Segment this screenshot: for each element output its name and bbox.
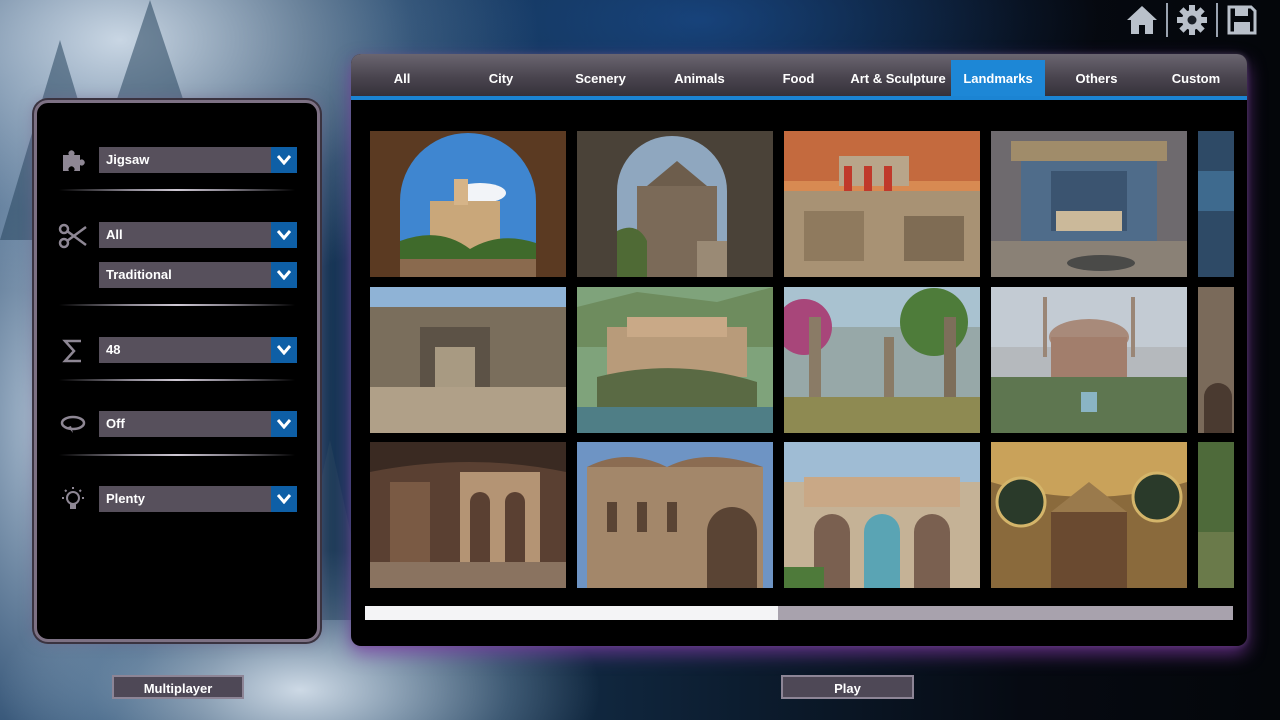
puzzle-thumbnail[interactable] (370, 131, 566, 277)
puzzle-thumbnail[interactable] (370, 442, 566, 588)
puzzle-thumbnail[interactable] (991, 287, 1187, 433)
piece-shape-value: All (106, 227, 123, 242)
option-row-hints: Plenty (37, 486, 317, 514)
tab-all[interactable]: All (353, 60, 451, 96)
tab-city[interactable]: City (451, 60, 551, 96)
gallery-scrollbar[interactable] (365, 606, 1233, 620)
chevron-down-icon[interactable] (271, 147, 297, 173)
puzzle-type-dropdown[interactable]: Jigsaw (99, 147, 297, 173)
sigma-icon (57, 337, 89, 365)
puzzle-thumbnail[interactable] (577, 131, 773, 277)
chevron-down-icon[interactable] (271, 262, 297, 288)
section-divider (59, 304, 295, 306)
section-divider (59, 454, 295, 456)
puzzle-thumbnail[interactable] (1198, 131, 1234, 277)
lightbulb-icon (57, 486, 89, 514)
multiplayer-button[interactable]: Multiplayer (112, 675, 244, 699)
puzzle-thumbnail[interactable] (1198, 287, 1234, 433)
option-row-puzzle-type: Jigsaw (37, 147, 317, 175)
tab-landmarks[interactable]: Landmarks (951, 60, 1045, 96)
gear-icon[interactable] (1174, 2, 1210, 38)
piece-shape-dropdown[interactable]: All (99, 222, 297, 248)
home-icon[interactable] (1124, 2, 1160, 38)
hints-dropdown[interactable]: Plenty (99, 486, 297, 512)
save-icon[interactable] (1224, 2, 1260, 38)
hints-value: Plenty (106, 491, 145, 506)
chevron-down-icon[interactable] (271, 222, 297, 248)
puzzle-piece-icon (57, 147, 89, 175)
rotation-dropdown[interactable]: Off (99, 411, 297, 437)
tab-animals[interactable]: Animals (650, 60, 749, 96)
toolbar-divider (1216, 3, 1218, 37)
tab-scenery[interactable]: Scenery (551, 60, 650, 96)
section-divider (59, 379, 295, 381)
rotate-icon (57, 411, 89, 439)
puzzle-thumbnail[interactable] (784, 287, 980, 433)
chevron-down-icon[interactable] (271, 486, 297, 512)
option-row-rotation: Off (37, 411, 317, 439)
chevron-down-icon[interactable] (271, 411, 297, 437)
piece-count-dropdown[interactable]: 48 (99, 337, 297, 363)
rotation-value: Off (106, 416, 125, 431)
puzzle-type-value: Jigsaw (106, 152, 149, 167)
piece-style-value: Traditional (106, 267, 172, 282)
chevron-down-icon[interactable] (271, 337, 297, 363)
option-row-piece-shape: All (37, 222, 317, 250)
option-row-piece-count: 48 (37, 337, 317, 365)
puzzle-thumbnail[interactable] (784, 442, 980, 588)
options-panel: Jigsaw All Traditional (34, 100, 320, 642)
play-button[interactable]: Play (781, 675, 914, 699)
tab-food[interactable]: Food (749, 60, 848, 96)
puzzle-thumbnail[interactable] (577, 442, 773, 588)
puzzle-thumbnail[interactable] (991, 442, 1187, 588)
tab-art-sculpture[interactable]: Art & Sculpture (848, 60, 948, 96)
tab-custom[interactable]: Custom (1146, 60, 1246, 96)
puzzle-thumbnail[interactable] (991, 131, 1187, 277)
scrollbar-thumb[interactable] (365, 606, 778, 620)
puzzle-gallery-panel: All City Scenery Animals Food Art & Scul… (351, 54, 1247, 646)
piece-count-value: 48 (106, 342, 120, 357)
puzzle-thumbnail[interactable] (577, 287, 773, 433)
section-divider (59, 189, 295, 191)
puzzle-thumbnail[interactable] (784, 131, 980, 277)
toolbar-divider (1166, 3, 1168, 37)
scissors-icon (57, 222, 89, 250)
option-row-piece-style: Traditional (37, 262, 317, 290)
top-toolbar (1124, 2, 1260, 38)
piece-style-dropdown[interactable]: Traditional (99, 262, 297, 288)
category-tab-bar: All City Scenery Animals Food Art & Scul… (351, 54, 1247, 100)
puzzle-thumbnail[interactable] (370, 287, 566, 433)
puzzle-thumbnail[interactable] (1198, 442, 1234, 588)
tab-others[interactable]: Others (1047, 60, 1146, 96)
